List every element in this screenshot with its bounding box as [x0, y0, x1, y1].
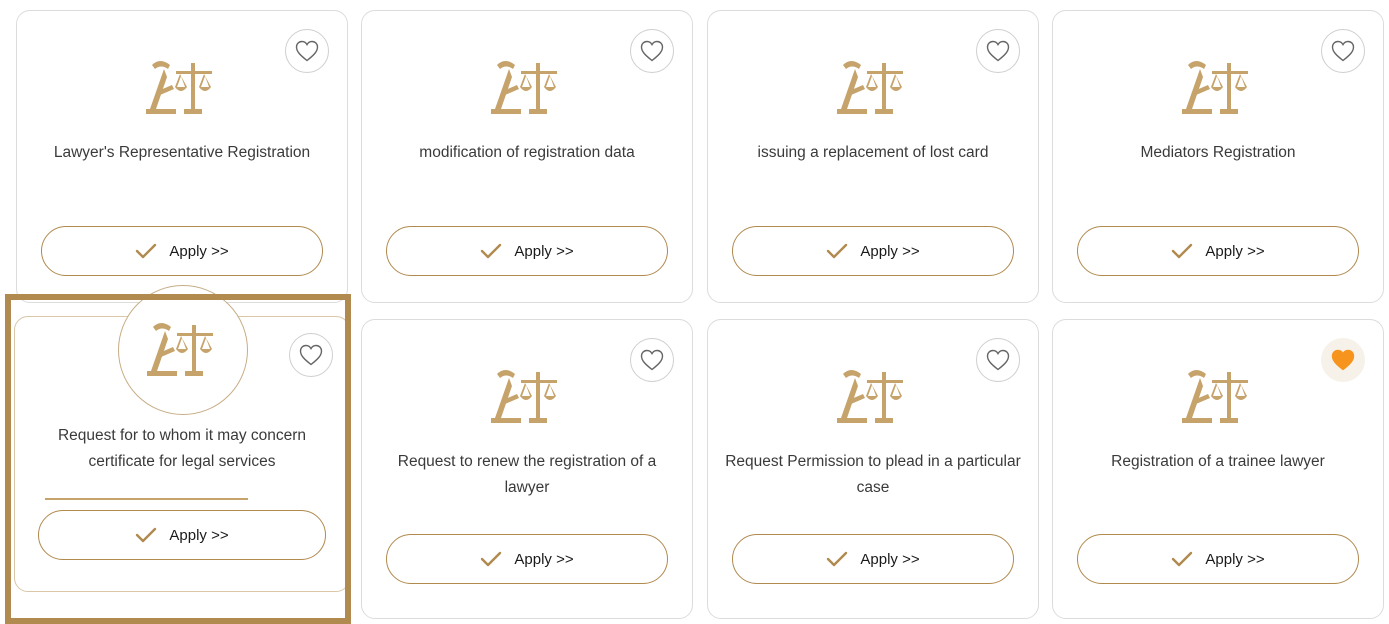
apply-button[interactable]: Apply >> [386, 534, 668, 584]
favorite-button[interactable] [1321, 338, 1365, 382]
hover-underline [45, 498, 248, 500]
apply-button[interactable]: Apply >> [386, 226, 668, 276]
service-title: Registration of a trainee lawyer [1111, 453, 1325, 470]
apply-button[interactable]: Apply >> [1077, 226, 1359, 276]
favorite-button[interactable] [976, 338, 1020, 382]
lawyer-scales-icon [1173, 362, 1263, 432]
lawyer-scales-icon [482, 53, 572, 123]
favorite-button[interactable] [630, 338, 674, 382]
heart-icon [1331, 349, 1355, 371]
service-card[interactable]: Request to renew the registration of a l… [361, 319, 693, 619]
service-card[interactable]: Mediators Registration Apply >> [1052, 10, 1384, 303]
apply-button[interactable]: Apply >> [732, 226, 1014, 276]
checkmark-icon [481, 243, 502, 259]
heart-icon [1331, 40, 1355, 62]
heart-icon [640, 349, 664, 371]
lawyer-scales-icon [828, 53, 918, 123]
checkmark-icon [136, 527, 157, 543]
checkmark-icon [481, 551, 502, 567]
checkmark-icon [1172, 551, 1193, 567]
service-title: modification of registration data [419, 144, 635, 161]
service-title: Lawyer's Representative Registration [53, 144, 311, 161]
apply-button[interactable]: Apply >> [41, 226, 323, 276]
heart-icon [986, 40, 1010, 62]
lawyer-scales-icon [1173, 53, 1263, 123]
service-card[interactable]: Registration of a trainee lawyer Apply >… [1052, 319, 1384, 619]
heart-icon [299, 344, 323, 366]
apply-button[interactable]: Apply >> [38, 510, 326, 560]
lawyer-scales-icon [118, 285, 248, 415]
lawyer-scales-icon [828, 362, 918, 432]
service-card[interactable]: issuing a replacement of lost card Apply… [707, 10, 1039, 303]
service-card[interactable]: modification of registration data Apply … [361, 10, 693, 303]
apply-label: Apply >> [514, 550, 574, 568]
heart-icon [295, 40, 319, 62]
service-title: issuing a replacement of lost card [757, 144, 989, 161]
lawyer-scales-icon [137, 53, 227, 123]
apply-label: Apply >> [514, 242, 574, 260]
favorite-button[interactable] [630, 29, 674, 73]
apply-label: Apply >> [860, 550, 920, 568]
favorite-button[interactable] [285, 29, 329, 73]
apply-label: Apply >> [169, 242, 229, 260]
checkmark-icon [136, 243, 157, 259]
checkmark-icon [1172, 243, 1193, 259]
service-card[interactable]: Lawyer's Representative Registration App… [16, 10, 348, 303]
favorite-button[interactable] [289, 333, 333, 377]
checkmark-icon [827, 551, 848, 567]
service-title: Mediators Registration [1140, 144, 1296, 161]
service-title: Request for to whom it may concern certi… [57, 427, 307, 470]
apply-button[interactable]: Apply >> [732, 534, 1014, 584]
heart-icon [986, 349, 1010, 371]
favorite-button[interactable] [976, 29, 1020, 73]
service-title: Request Permission to plead in a particu… [725, 453, 1021, 496]
checkmark-icon [827, 243, 848, 259]
apply-label: Apply >> [860, 242, 920, 260]
apply-button[interactable]: Apply >> [1077, 534, 1359, 584]
apply-label: Apply >> [1205, 550, 1265, 568]
apply-label: Apply >> [1205, 242, 1265, 260]
lawyer-scales-icon [482, 362, 572, 432]
apply-label: Apply >> [169, 526, 229, 544]
heart-icon [640, 40, 664, 62]
service-title: Request to renew the registration of a l… [397, 453, 657, 496]
favorite-button[interactable] [1321, 29, 1365, 73]
service-card[interactable]: Request Permission to plead in a particu… [707, 319, 1039, 619]
